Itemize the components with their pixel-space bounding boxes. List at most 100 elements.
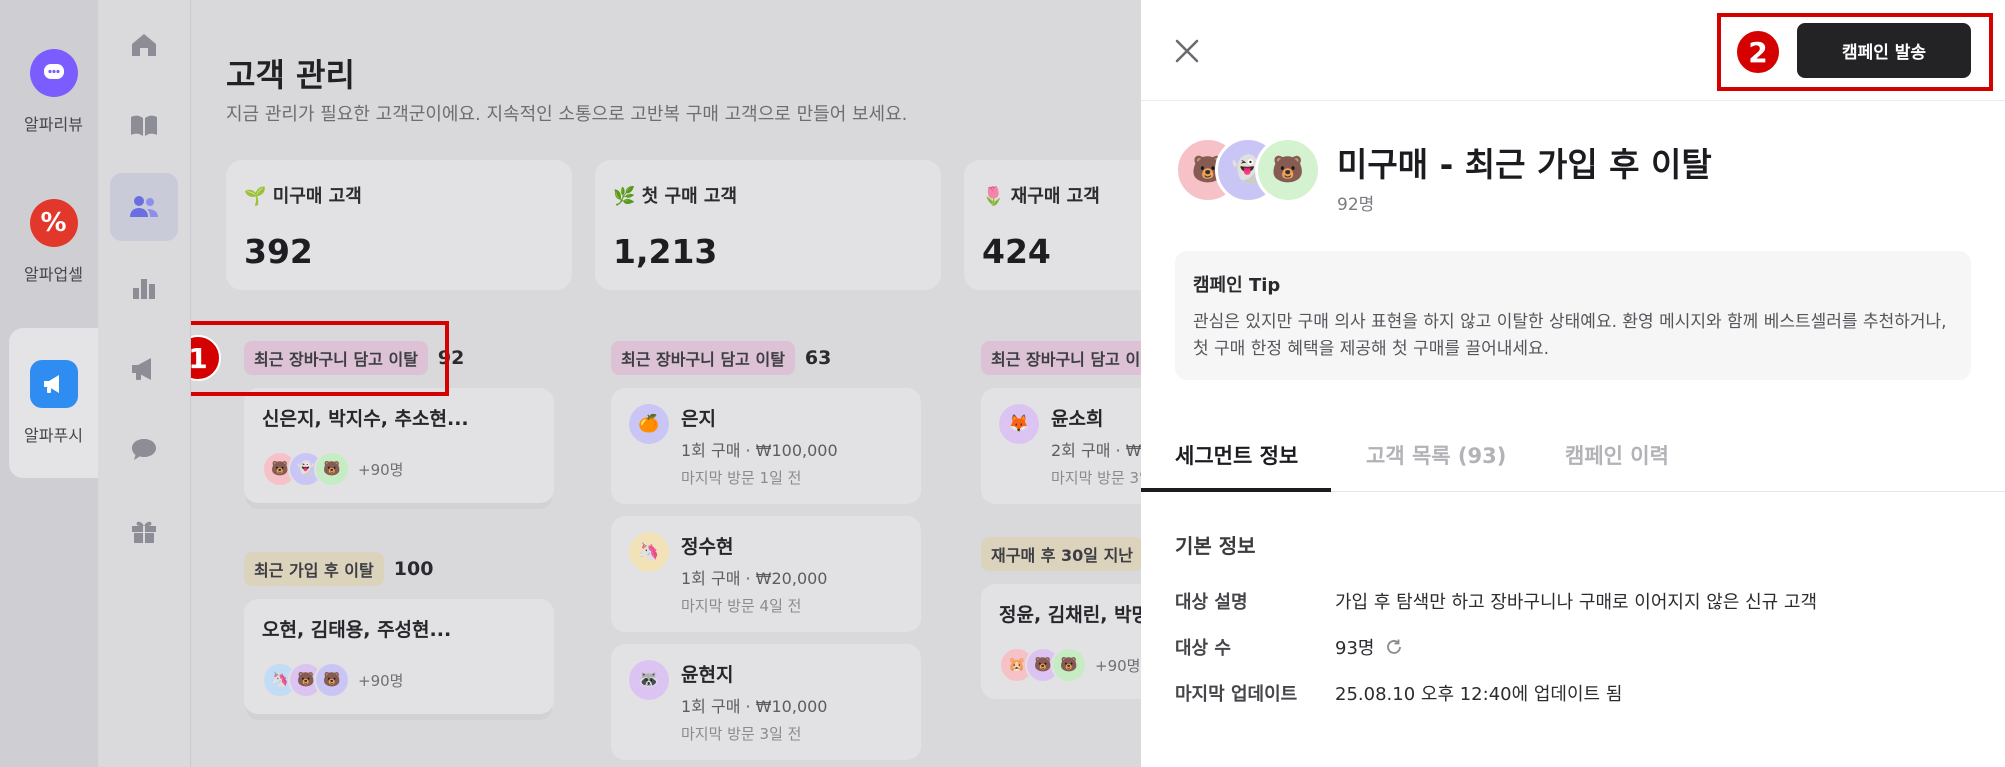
customer-management-main: 고객 관리 지금 관리가 필요한 고객군이에요. 지속적인 소통으로 고반복 구… <box>191 0 1141 767</box>
callout-highlight-1 <box>191 321 449 396</box>
tip-body: 관심은 있지만 구매 의사 표현을 하지 않고 이탈한 상태예요. 환영 메시지… <box>1193 312 1947 360</box>
tab-segment-info[interactable]: 세그먼트 정보 <box>1175 440 1298 470</box>
avatar: 🐻 <box>1051 647 1087 683</box>
avatar: 🐻 <box>314 662 350 698</box>
avatar-more: +90명 <box>358 460 404 479</box>
customer-purchase: 2회 구매 · ₩2 <box>1051 441 1141 460</box>
divider <box>1141 100 2005 101</box>
customer-name: 윤현지 <box>681 664 734 686</box>
stat-card-first-purchase[interactable]: 🌿 첫 구매 고객 1,213 <box>595 160 941 290</box>
segment-column-3: 최근 장바구니 담고 이탈 🦊 윤소희 2회 구매 · ₩2 마지막 방문 3일… <box>981 340 1141 699</box>
customer-last-visit: 마지막 방문 1일 전 <box>681 469 802 487</box>
avatar: 🦄 <box>629 532 669 572</box>
segment-chip: 최근 가입 후 이탈 <box>244 552 384 586</box>
segment-card[interactable]: 신은지, 박지수, 추소현... 🐻 👻 🐻 +90명 <box>244 388 554 503</box>
app-label: 알파리뷰 <box>24 115 83 134</box>
avatar-stack: 🐻 👻 🐻 +90명 <box>262 451 536 487</box>
row-value: 93명 <box>1335 638 1375 659</box>
app-alpha-upsell[interactable]: % 알파업셀 <box>9 167 98 317</box>
customer-card[interactable]: 🦝 윤현지 1회 구매 · ₩10,000 마지막 방문 3일 전 <box>611 644 921 760</box>
customer-card[interactable]: 🦄 정수현 1회 구매 · ₩20,000 마지막 방문 4일 전 <box>611 516 921 632</box>
info-row-description: 대상 설명 가입 후 탐색만 하고 장바구니나 구매로 이어지지 않은 신규 고… <box>1175 588 1817 614</box>
refresh-icon[interactable] <box>1384 637 1404 657</box>
info-row-count: 대상 수 93명 <box>1175 634 1404 660</box>
bar-chart-icon[interactable] <box>110 254 178 322</box>
active-tab-indicator <box>1141 488 1331 492</box>
segment-column-1: 최근 장바구니 담고 이탈 92 신은지, 박지수, 추소현... 🐻 👻 🐻 … <box>244 340 554 714</box>
megaphone-icon[interactable] <box>110 335 178 403</box>
row-key: 대상 수 <box>1175 638 1231 659</box>
segment-chip: 재구매 후 30일 지난 <box>981 537 1141 571</box>
segment-names: 신은지, 박지수, 추소현... <box>262 408 469 430</box>
segment-header[interactable]: 최근 장바구니 담고 이탈 <box>981 340 1141 376</box>
segment-chip: 최근 장바구니 담고 이탈 <box>611 341 795 375</box>
section-title: 기본 정보 <box>1175 534 1256 558</box>
row-value: 25.08.10 오후 12:40에 업데이트 됨 <box>1335 684 1623 705</box>
segment-header[interactable]: 최근 장바구니 담고 이탈 63 <box>611 340 921 376</box>
tab-campaign-history[interactable]: 캠페인 이력 <box>1565 440 1669 470</box>
segment-names: 정윤, 김채린, 박명희 <box>999 604 1141 626</box>
segment-count: 92명 <box>1337 195 1375 215</box>
customer-card[interactable]: 🍊 은지 1회 구매 · ₩100,000 마지막 방문 1일 전 <box>611 388 921 504</box>
book-icon[interactable] <box>110 92 178 160</box>
close-icon[interactable] <box>1171 35 1203 67</box>
avatar: 🦝 <box>629 660 669 700</box>
segment-card[interactable]: 정윤, 김채린, 박명희 🐹 🐻 🐻 +90명 <box>981 584 1141 699</box>
percent-badge-icon: % <box>29 199 78 247</box>
row-value-wrap: 93명 <box>1335 634 1404 660</box>
users-icon[interactable] <box>110 173 178 241</box>
segment-count: 100 <box>393 558 434 580</box>
stat-value: 392 <box>244 232 313 271</box>
avatar: 🐻 <box>1255 137 1321 203</box>
customer-card[interactable]: 🦊 윤소희 2회 구매 · ₩2 마지막 방문 3일 <box>981 388 1141 504</box>
segment-names: 오현, 김태용, 주성현... <box>262 619 452 641</box>
avatar-more: +90명 <box>1095 656 1141 675</box>
detail-tabs: 세그먼트 정보 고객 목록 (93) 캠페인 이력 <box>1141 430 2005 492</box>
stat-card-non-purchase[interactable]: 🌱 미구매 고객 392 <box>226 160 572 290</box>
stat-label: 🌱 미구매 고객 <box>244 186 362 207</box>
stat-card-repurchase[interactable]: 🌷 재구매 고객 424 <box>964 160 1141 290</box>
app-label: 알파푸시 <box>24 426 83 445</box>
icon-nav <box>98 0 191 767</box>
tab-customer-list[interactable]: 고객 목록 (93) <box>1366 440 1506 470</box>
customer-last-visit: 마지막 방문 3일 <box>1051 469 1141 487</box>
avatar: 🐻 <box>314 451 350 487</box>
app-alpha-review[interactable]: 알파리뷰 <box>9 17 98 167</box>
segment-count: 63 <box>804 347 832 369</box>
tip-title: 캠페인 Tip <box>1193 275 1281 296</box>
segment-header[interactable]: 최근 가입 후 이탈 100 <box>244 551 554 587</box>
app-alpha-push[interactable]: 알파푸시 <box>9 328 98 478</box>
stat-label: 🌷 재구매 고객 <box>982 186 1100 207</box>
chat-icon[interactable] <box>110 416 178 484</box>
info-row-updated: 마지막 업데이트 25.08.10 오후 12:40에 업데이트 됨 <box>1175 680 1622 706</box>
send-campaign-button[interactable]: 캠페인 발송 <box>1797 23 1971 78</box>
segment-card[interactable]: 오현, 김태용, 주성현... 🦄 🐻 🐻 +90명 <box>244 599 554 714</box>
stat-value: 1,213 <box>613 232 718 271</box>
megaphone-icon <box>29 360 78 408</box>
avatar-stack: 🐹 🐻 🐻 +90명 <box>999 647 1141 683</box>
row-value: 가입 후 탐색만 하고 장바구니나 구매로 이어지지 않은 신규 고객 <box>1335 592 1818 613</box>
stat-label: 🌿 첫 구매 고객 <box>613 186 738 207</box>
page-subtitle: 지금 관리가 필요한 고객군이에요. 지속적인 소통으로 고반복 구매 고객으로… <box>226 104 908 125</box>
segment-header[interactable]: 재구매 후 30일 지난 <box>981 536 1141 572</box>
chat-bubble-icon <box>29 49 78 97</box>
segment-detail-panel: 2 캠페인 발송 🐻 👻 🐻 미구매 - 최근 가입 후 이탈 92명 캠페인 … <box>1141 0 2005 767</box>
row-key: 마지막 업데이트 <box>1175 684 1298 705</box>
avatar-more: +90명 <box>358 671 404 690</box>
customer-purchase: 1회 구매 · ₩20,000 <box>681 569 828 588</box>
customer-purchase: 1회 구매 · ₩10,000 <box>681 697 828 716</box>
customer-name: 은지 <box>681 408 716 430</box>
callout-badge-2: 2 <box>1735 29 1781 75</box>
customer-last-visit: 마지막 방문 4일 전 <box>681 597 802 615</box>
app-rail: 알파리뷰 % 알파업셀 알파푸시 <box>0 0 98 767</box>
stat-value: 424 <box>982 232 1051 271</box>
app-label: 알파업셀 <box>24 265 83 284</box>
avatar-stack: 🦄 🐻 🐻 +90명 <box>262 662 536 698</box>
gift-icon[interactable] <box>110 497 178 565</box>
page-title: 고객 관리 <box>226 56 355 94</box>
segment-title: 미구매 - 최근 가입 후 이탈 <box>1337 145 1712 184</box>
row-key: 대상 설명 <box>1175 592 1248 613</box>
home-icon[interactable] <box>110 11 178 79</box>
avatar: 🦊 <box>999 404 1039 444</box>
segment-chip: 최근 장바구니 담고 이탈 <box>981 341 1141 375</box>
